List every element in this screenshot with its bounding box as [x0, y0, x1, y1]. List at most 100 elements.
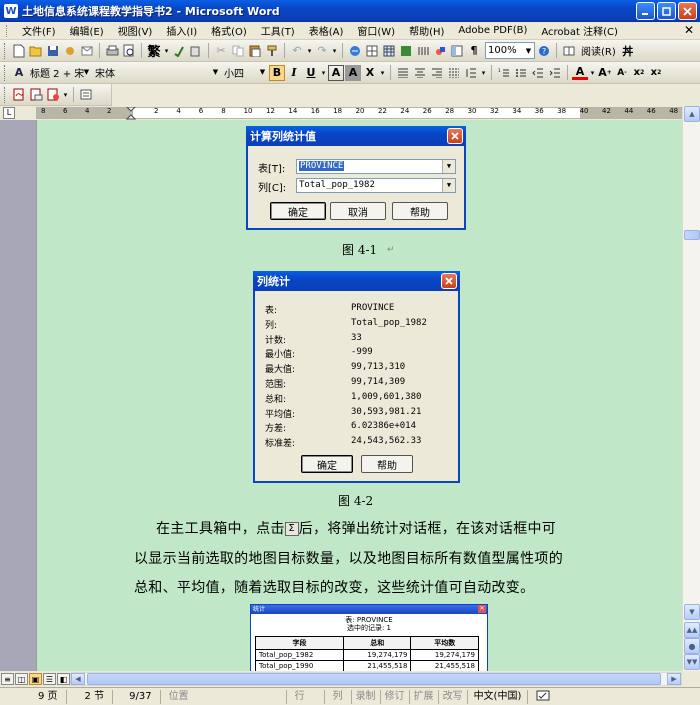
show-hide-icon[interactable]: ¶ [466, 43, 482, 59]
cut-icon[interactable]: ✂ [213, 43, 229, 59]
convert-to-pdf-icon[interactable] [11, 87, 27, 103]
scroll-down-button[interactable]: ▼ [684, 604, 700, 620]
horizontal-scrollbar[interactable]: ◀ ▶ [70, 672, 682, 686]
toolbar-grip[interactable] [4, 86, 7, 103]
indent-marker-icon[interactable] [126, 107, 136, 120]
tables-borders-icon[interactable] [364, 43, 380, 59]
reading-button[interactable]: 阅读(R) [578, 43, 619, 58]
menu-acrobat-comments[interactable]: Acrobat 注释(C) [534, 23, 625, 38]
select-browse-object-button[interactable]: ● [684, 638, 700, 654]
style-combo[interactable]: 标题 2 + 宋 ▼ [28, 64, 92, 81]
insert-table-icon[interactable] [381, 43, 397, 59]
toolbar-grip[interactable] [4, 64, 7, 81]
close-button[interactable] [678, 2, 697, 20]
menu-format[interactable]: 格式(O) [204, 23, 254, 38]
drawing-icon[interactable] [432, 43, 448, 59]
format-painter-icon[interactable] [264, 43, 280, 59]
reading-layout-icon[interactable] [561, 43, 577, 59]
spelling-icon[interactable] [171, 43, 187, 59]
next-page-button[interactable]: ▼▼ [684, 654, 700, 670]
ok-button[interactable]: 确定 [270, 202, 326, 220]
font-size-combo[interactable]: 小四 ▼ [222, 64, 268, 81]
reading-view-button[interactable]: ◧ [57, 673, 70, 685]
distributed-icon[interactable] [446, 65, 462, 81]
character-scale-button[interactable]: X [362, 65, 378, 81]
toolbar-grip[interactable] [4, 42, 7, 59]
undo-icon[interactable]: ↶ [289, 43, 305, 59]
italic-button[interactable]: I [286, 65, 302, 81]
subscript-button[interactable]: x2 [648, 65, 664, 81]
dropdown-arrow-icon[interactable]: ▾ [320, 65, 327, 81]
dropdown-arrow-icon[interactable]: ▾ [62, 87, 69, 103]
status-language[interactable]: 中文(中国) [468, 689, 529, 704]
numbering-icon[interactable]: 1 [496, 65, 512, 81]
spelling-status-icon[interactable] [528, 690, 558, 704]
dialog2-close-button[interactable] [441, 273, 457, 289]
close-icon[interactable]: ✕ [478, 605, 486, 613]
new-document-icon[interactable] [11, 43, 27, 59]
traditional-chinese-icon[interactable]: 繁 [146, 43, 162, 60]
menu-view[interactable]: 视图(V) [111, 23, 160, 38]
styles-icon[interactable]: A [11, 65, 27, 81]
align-center-icon[interactable] [412, 65, 428, 81]
word-app-icon[interactable]: W [4, 4, 18, 18]
bold-button[interactable]: B [269, 64, 285, 81]
dropdown-arrow-icon[interactable]: ▾ [331, 43, 338, 59]
dropdown-arrow-icon[interactable]: ▾ [589, 65, 596, 81]
menu-file[interactable]: 文件(F) [15, 23, 63, 38]
document-close-icon[interactable]: ✕ [684, 23, 694, 37]
decrease-indent-icon[interactable] [530, 65, 546, 81]
status-record[interactable]: 录制 [352, 689, 381, 704]
dropdown-arrow-icon[interactable]: ▾ [306, 43, 313, 59]
research-pane-icon[interactable]: 丼 [620, 43, 636, 59]
document-map-icon[interactable] [449, 43, 465, 59]
status-page[interactable]: 9 页 [0, 689, 67, 704]
status-column[interactable]: 列 [325, 689, 352, 704]
copy-icon[interactable] [230, 43, 246, 59]
dropdown-arrow-icon[interactable]: ▾ [379, 65, 386, 81]
dropdown-arrow-icon[interactable]: ▼ [442, 179, 455, 192]
menu-insert[interactable]: 插入(I) [159, 23, 204, 38]
increase-indent-icon[interactable] [547, 65, 563, 81]
bullets-icon[interactable] [513, 65, 529, 81]
web-view-button[interactable]: ◫ [15, 673, 28, 685]
shrink-font-button[interactable]: A- [614, 65, 630, 81]
horizontal-ruler[interactable]: 8 6 4 2 2 4 6 8 10 12 14 16 18 20 22 24 26 28 30 32 34 36 38 40… [36, 107, 682, 120]
align-justify-icon[interactable] [395, 65, 411, 81]
vertical-scroll-thumb[interactable] [684, 230, 700, 240]
print-preview-icon[interactable] [121, 43, 137, 59]
menu-edit[interactable]: 编辑(E) [63, 23, 111, 38]
save-icon[interactable] [45, 43, 61, 59]
dropdown-arrow-icon[interactable]: ▼ [81, 64, 92, 79]
status-extend[interactable]: 扩展 [410, 689, 439, 704]
email-icon[interactable] [79, 43, 95, 59]
grow-font-button[interactable]: A + [597, 65, 613, 81]
scroll-right-button[interactable]: ▶ [667, 673, 681, 685]
underline-button[interactable]: U [303, 65, 319, 81]
status-section[interactable]: 2 节 [67, 689, 114, 704]
minimize-button[interactable] [636, 2, 655, 20]
tab-selector[interactable]: L [3, 107, 15, 119]
pdf-email-icon[interactable] [28, 87, 44, 103]
horizontal-scroll-thumb[interactable] [87, 673, 661, 685]
status-page-count[interactable]: 9/37 [113, 689, 161, 704]
dialog1-close-button[interactable] [447, 128, 463, 144]
dropdown-arrow-icon[interactable]: ▾ [163, 43, 170, 59]
help-button[interactable]: 帮助 [392, 202, 448, 220]
print-layout-button[interactable]: ▣ [29, 673, 42, 685]
redo-icon[interactable]: ↷ [314, 43, 330, 59]
outline-view-button[interactable]: ☰ [43, 673, 56, 685]
line-spacing-icon[interactable] [463, 65, 479, 81]
dropdown-arrow-icon[interactable]: ▼ [523, 43, 534, 58]
align-right-icon[interactable] [429, 65, 445, 81]
columns-icon[interactable] [415, 43, 431, 59]
menu-window[interactable]: 窗口(W) [350, 23, 402, 38]
dropdown-arrow-icon[interactable]: ▼ [442, 160, 455, 173]
menu-grip[interactable] [6, 24, 9, 37]
normal-view-button[interactable]: ≡ [1, 673, 14, 685]
menu-tools[interactable]: 工具(T) [254, 23, 302, 38]
superscript-button[interactable]: x2 [631, 65, 647, 81]
research-icon[interactable] [188, 43, 204, 59]
status-overtype[interactable]: 改写 [439, 689, 468, 704]
menu-help[interactable]: 帮助(H) [402, 23, 451, 38]
